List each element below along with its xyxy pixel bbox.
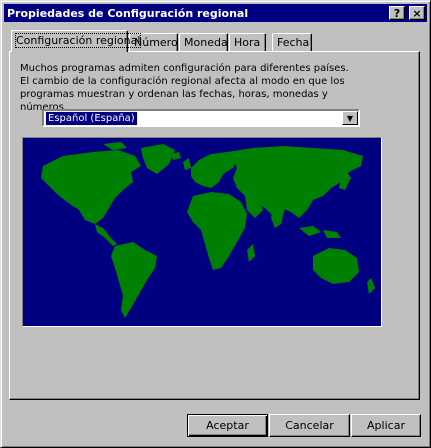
cancel-button[interactable]: Cancelar [269, 414, 350, 437]
tab-panel [9, 51, 420, 400]
title-bar[interactable]: Propiedades de Configuración regional ? … [4, 4, 427, 22]
tab-moneda[interactable]: Moneda [179, 33, 228, 52]
tab-configuracion-regional[interactable]: Configuración regional [11, 30, 142, 52]
tab-hora[interactable]: Hora [229, 33, 266, 52]
close-button[interactable]: × [409, 6, 425, 20]
window-title: Propiedades de Configuración regional [7, 6, 249, 20]
tab-fecha[interactable]: Fecha [272, 33, 312, 52]
accept-button[interactable]: Aceptar [187, 414, 268, 437]
help-button[interactable]: ? [389, 6, 405, 20]
apply-button[interactable]: Aplicar [351, 414, 421, 437]
